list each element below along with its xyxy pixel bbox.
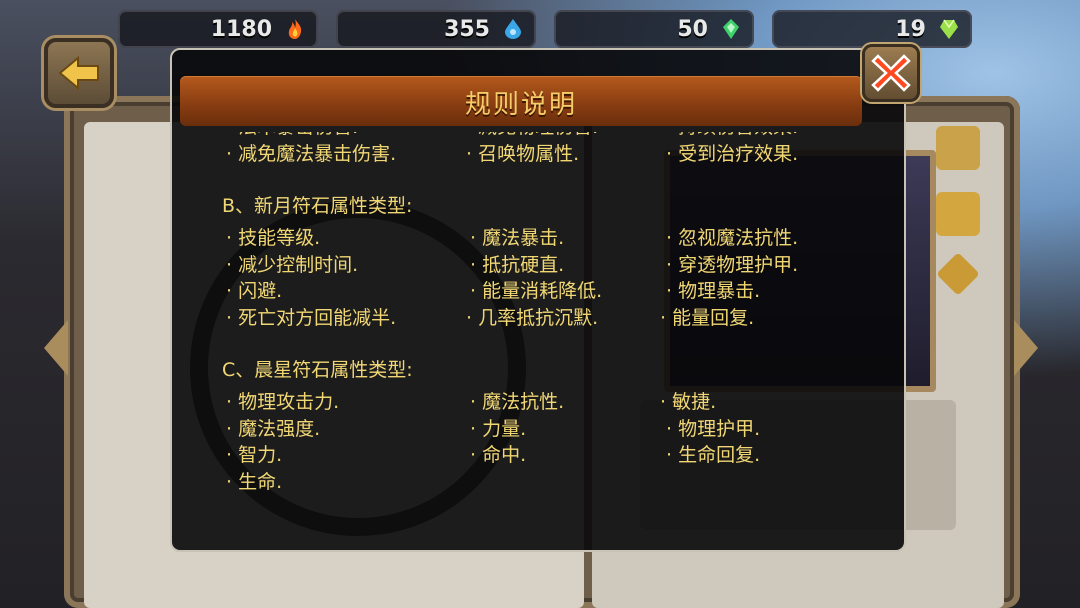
- rule-item: · 持续伤害效果.: [666, 132, 798, 141]
- rule-item: · 智力.: [226, 444, 283, 466]
- resource-value: 1180: [210, 17, 272, 42]
- back-button[interactable]: [44, 38, 114, 108]
- rule-item: · 技能等级.: [226, 227, 321, 249]
- close-button[interactable]: [862, 44, 920, 102]
- resource-value: 19: [895, 17, 926, 42]
- rule-row: · 物理攻击力. · 魔法抗性. · 敏捷.: [222, 389, 882, 416]
- rule-item: · 几率抵抗沉默.: [466, 306, 599, 329]
- resource-value: 355: [444, 17, 490, 42]
- rule-item: · 魔法暴击.: [470, 227, 565, 249]
- rule-row-partial: · 法术暴击伤害. · 减免物理伤害. · 持续伤害效果.: [222, 132, 882, 141]
- rule-item: · 物理护甲.: [666, 417, 761, 440]
- rule-item: · 能量消耗降低.: [470, 280, 603, 302]
- resource-blue: 355: [336, 10, 536, 48]
- rule-item: · 物理暴击.: [666, 280, 761, 302]
- rule-row: · 生命.: [222, 469, 882, 496]
- dialog-title: 规则说明: [464, 90, 577, 120]
- rule-item: · 能量回复.: [660, 306, 755, 329]
- section-heading-b: B、新月符石属性类型:: [222, 167, 882, 225]
- back-arrow-icon: [58, 55, 99, 91]
- section-heading: B、新月符石属性类型:: [222, 195, 413, 217]
- next-arrow-icon[interactable]: [1014, 320, 1038, 376]
- rule-item: · 减免魔法暴击伤害.: [226, 142, 397, 165]
- rule-item: · 法术暴击伤害.: [226, 132, 358, 141]
- green-gem-icon: [940, 19, 958, 39]
- rule-item: · 死亡对方回能减半.: [226, 306, 397, 329]
- rule-row: · 闪避. · 能量消耗降低. · 物理暴击.: [222, 278, 882, 305]
- resource-value: 50: [677, 17, 708, 42]
- rule-item: · 抵抗硬直.: [470, 253, 565, 276]
- rule-item: · 闪避.: [226, 280, 283, 302]
- close-icon: [871, 54, 911, 92]
- rule-item: · 召唤物属性.: [466, 142, 580, 165]
- rule-item: · 力量.: [470, 417, 527, 440]
- rule-item: · 敏捷.: [660, 391, 717, 413]
- rule-item: · 魔法抗性.: [470, 391, 565, 413]
- prev-arrow-icon[interactable]: [44, 320, 68, 376]
- book-icon[interactable]: [936, 192, 980, 236]
- rule-item: · 穿透物理护甲.: [666, 253, 799, 276]
- rule-row: · 减免魔法暴击伤害. · 召唤物属性. · 受到治疗效果.: [222, 141, 882, 168]
- resource-gem: 19: [772, 10, 972, 48]
- resource-green: 50: [554, 10, 754, 48]
- rule-item: · 物理攻击力.: [226, 391, 340, 413]
- rule-item: · 命中.: [470, 444, 527, 466]
- green-crystal-icon: [723, 19, 739, 39]
- rules-content: · 法术暴击伤害. · 减免物理伤害. · 持续伤害效果. · 减免魔法暴击伤害…: [222, 132, 882, 516]
- section-heading: C、晨星符石属性类型:: [222, 359, 413, 381]
- rule-item: · 减少控制时间.: [226, 253, 359, 276]
- rule-row: · 魔法强度. · 力量. · 物理护甲.: [222, 416, 882, 443]
- rule-row: · 减少控制时间. · 抵抗硬直. · 穿透物理护甲.: [222, 252, 882, 279]
- flame-icon: [288, 19, 302, 39]
- info-icon[interactable]: [936, 126, 980, 170]
- rule-item: · 受到治疗效果.: [666, 142, 799, 165]
- rule-item: · 魔法强度.: [226, 417, 321, 440]
- rule-row: · 智力. · 命中. · 生命回复.: [222, 442, 882, 469]
- section-heading-c: C、晨星符石属性类型:: [222, 331, 882, 389]
- rule-row: · 死亡对方回能减半. · 几率抵抗沉默. · 能量回复.: [222, 305, 882, 332]
- rule-item: · 生命回复.: [666, 444, 761, 466]
- rule-item: · 忽视魔法抗性.: [666, 227, 799, 249]
- rule-item: · 生命.: [226, 470, 283, 493]
- rule-row: · 技能等级. · 魔法暴击. · 忽视魔法抗性.: [222, 225, 882, 252]
- rule-item: · 减免物理伤害.: [466, 132, 598, 141]
- blue-drop-icon: [505, 19, 521, 39]
- resource-flame: 1180: [118, 10, 318, 48]
- dialog-title-bar: 规则说明: [180, 76, 862, 126]
